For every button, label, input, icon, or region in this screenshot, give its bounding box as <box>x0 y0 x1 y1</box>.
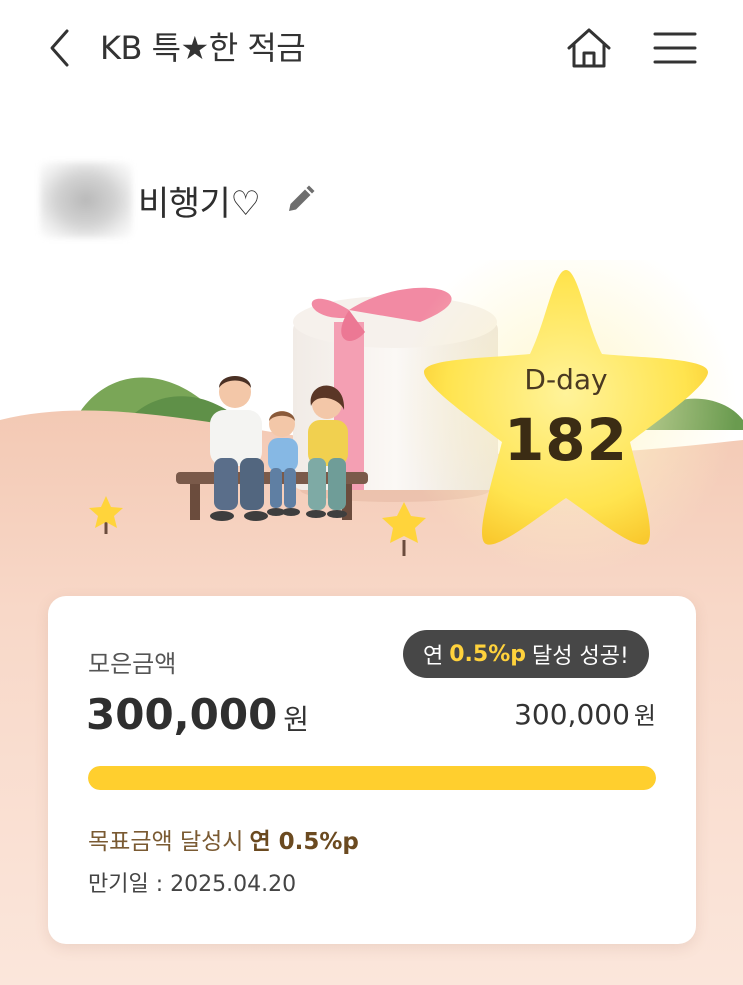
account-name: 비행기♡ <box>138 183 261 224</box>
account-name-row: 비행기♡ <box>40 160 318 240</box>
saved-amount: 300,000 원 <box>86 690 309 739</box>
home-button[interactable] <box>562 24 616 72</box>
achievement-badge: 연 0.5%p 달성 성공! <box>403 630 649 678</box>
badge-rate: 0.5%p <box>449 641 527 667</box>
home-icon <box>567 28 611 68</box>
page-title: KB 특★한 적금 <box>100 29 306 67</box>
hamburger-menu-icon <box>653 32 697 64</box>
badge-prefix: 연 <box>423 644 444 669</box>
bonus-info: 목표금액 달성시 연 0.5%p <box>88 822 359 856</box>
badge-suffix: 달성 성공! <box>532 644 629 669</box>
target-amount-unit: 원 <box>633 702 656 730</box>
savings-progress-fill <box>88 766 656 790</box>
pencil-icon <box>289 185 315 211</box>
savings-summary-card: 모은금액 연 0.5%p 달성 성공! 300,000 원 300,000 원 … <box>48 596 696 944</box>
saved-amount-value: 300,000 <box>86 690 278 739</box>
bonus-rate: 연 0.5%p <box>249 829 359 855</box>
edit-name-button[interactable] <box>282 182 318 218</box>
saved-amount-unit: 원 <box>283 703 310 736</box>
target-amount-value: 300,000 <box>514 698 630 731</box>
chevron-left-icon <box>50 29 69 67</box>
saved-amount-label: 모은금액 <box>88 650 177 678</box>
bonus-text: 목표금액 달성시 <box>88 829 244 855</box>
target-amount: 300,000 원 <box>514 696 656 731</box>
back-button[interactable] <box>40 26 80 70</box>
app-header: KB 특★한 적금 <box>0 0 743 96</box>
dday-value: 182 <box>503 406 629 474</box>
savings-progress-bar <box>88 766 656 790</box>
maturity-date: 만기일 : 2025.04.20 <box>88 872 297 897</box>
dday-label: D-day <box>524 363 608 396</box>
menu-button[interactable] <box>648 24 702 72</box>
blurred-name-prefix <box>40 162 132 238</box>
